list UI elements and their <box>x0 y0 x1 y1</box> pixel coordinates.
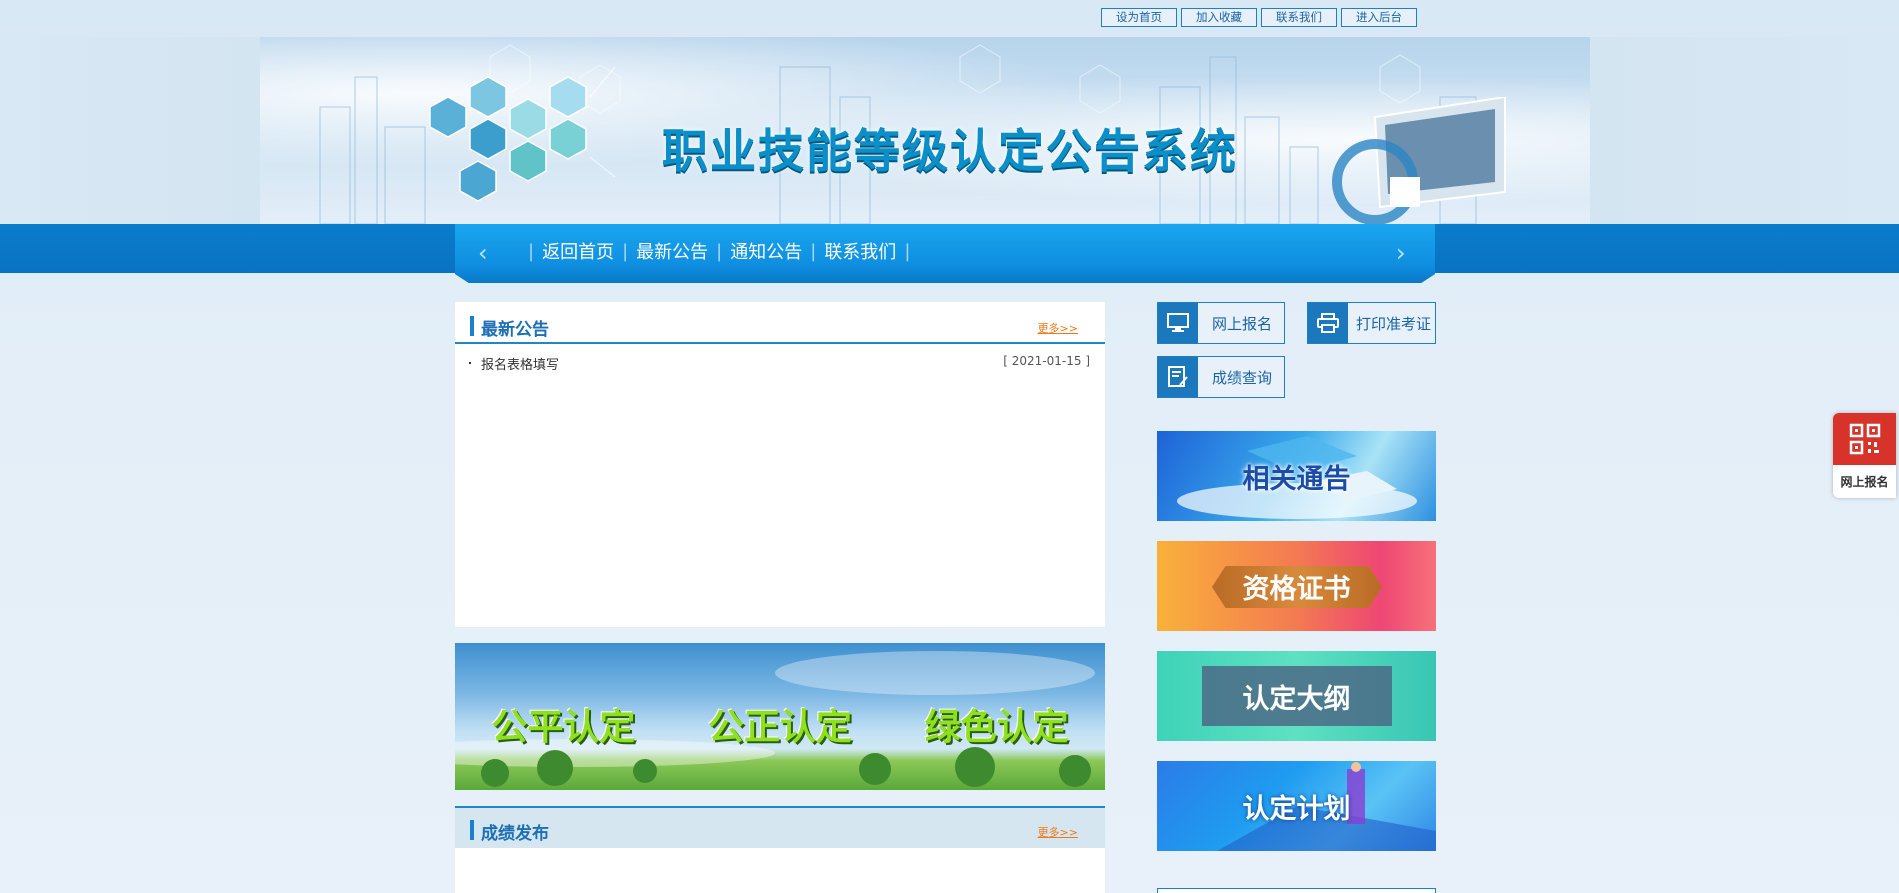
slogan-green: 绿色认定 <box>924 707 1069 748</box>
banner-side-right <box>1590 37 1899 224</box>
bullet-icon <box>469 362 471 364</box>
nav-separator: | <box>810 240 817 262</box>
related-notices-tile[interactable]: 相关通告 <box>1157 431 1436 521</box>
slogan-fair: 公平认定 <box>491 707 636 748</box>
slogan-banner: 公平认定 公正认定 绿色认定 <box>455 643 1105 790</box>
qr-code-icon <box>1833 413 1896 465</box>
title-accent-bar <box>470 820 474 840</box>
system-title: 职业技能等级认定公告系统 <box>662 124 1238 178</box>
online-registration-button[interactable]: 网上报名 <box>1157 302 1285 344</box>
nav-separator: | <box>716 240 723 262</box>
assessment-outline-tile[interactable]: 认定大纲 <box>1157 651 1436 741</box>
slogan-words: 公平认定 公正认定 绿色认定 <box>455 698 1105 750</box>
latest-more-link[interactable]: 更多>> <box>1038 320 1078 336</box>
nav-separator: | <box>904 240 911 262</box>
qualification-certificate-tile[interactable]: 资格证书 <box>1157 541 1436 631</box>
notice-title-link[interactable]: 报名表格填写 <box>481 354 559 373</box>
hexagon-cluster-graphic <box>429 66 616 202</box>
top-links: 设为首页 加入收藏 联系我们 进入后台 <box>1101 8 1417 27</box>
assessment-plan-label: 认定计划 <box>1242 793 1351 825</box>
contact-us-link[interactable]: 联系我们 <box>1261 8 1337 27</box>
nav-separator: | <box>528 240 535 262</box>
qualification-certificate-label: 资格证书 <box>1242 573 1351 605</box>
chevron-right-icon[interactable]: › <box>1396 240 1406 266</box>
latest-notices-header: 最新公告 更多>> <box>455 302 1105 344</box>
nav-home[interactable]: 返回首页 <box>542 238 614 264</box>
results-more-link[interactable]: 更多>> <box>1038 824 1078 840</box>
score-query-button[interactable]: 成绩查询 <box>1157 356 1285 398</box>
latest-notices-title: 最新公告 <box>481 320 549 340</box>
list-item[interactable]: 报名表格填写 [ 2021-01-15 ] <box>455 352 1105 374</box>
monitor-icon <box>1158 303 1198 343</box>
set-homepage-link[interactable]: 设为首页 <box>1101 8 1177 27</box>
chevron-left-icon[interactable]: ‹ <box>478 240 488 266</box>
title-accent-bar <box>470 316 474 336</box>
document-edit-icon <box>1158 357 1198 397</box>
results-title: 成绩发布 <box>481 824 549 844</box>
latest-notices-panel: 最新公告 更多>> 报名表格填写 [ 2021-01-15 ] <box>455 302 1105 627</box>
results-panel-body <box>455 848 1105 893</box>
notice-date: [ 2021-01-15 ] <box>1003 354 1090 368</box>
main-nav: | 返回首页 | 最新公告 | 通知公告 | 联系我们 | <box>520 238 918 264</box>
score-query-label: 成绩查询 <box>1212 368 1273 387</box>
add-favorite-link[interactable]: 加入收藏 <box>1181 8 1257 27</box>
nav-contact[interactable]: 联系我们 <box>824 238 896 264</box>
online-registration-label: 网上报名 <box>1212 314 1273 333</box>
floating-registration-widget[interactable]: 网上报名 <box>1833 413 1896 498</box>
printer-icon <box>1308 303 1348 343</box>
side-panel-partial <box>1157 888 1436 893</box>
results-panel-header: 成绩发布 更多>> <box>455 806 1105 848</box>
assessment-plan-tile[interactable]: 认定计划 <box>1157 761 1436 851</box>
banner-side-left <box>0 37 260 224</box>
print-admission-ticket-button[interactable]: 打印准考证 <box>1307 302 1436 344</box>
nav-announcements[interactable]: 通知公告 <box>730 238 802 264</box>
assessment-outline-label: 认定大纲 <box>1242 683 1351 715</box>
slogan-just: 公正认定 <box>707 707 852 748</box>
nav-separator: | <box>622 240 629 262</box>
floating-registration-label: 网上报名 <box>1840 475 1889 489</box>
nav-latest-notices[interactable]: 最新公告 <box>636 238 708 264</box>
computer-monitor-graphic <box>1332 97 1506 224</box>
header-banner: 职业技能等级认定公告系统 <box>260 37 1590 224</box>
enter-admin-link[interactable]: 进入后台 <box>1341 8 1417 27</box>
print-admission-ticket-label: 打印准考证 <box>1356 314 1432 333</box>
related-notices-label: 相关通告 <box>1242 463 1351 495</box>
